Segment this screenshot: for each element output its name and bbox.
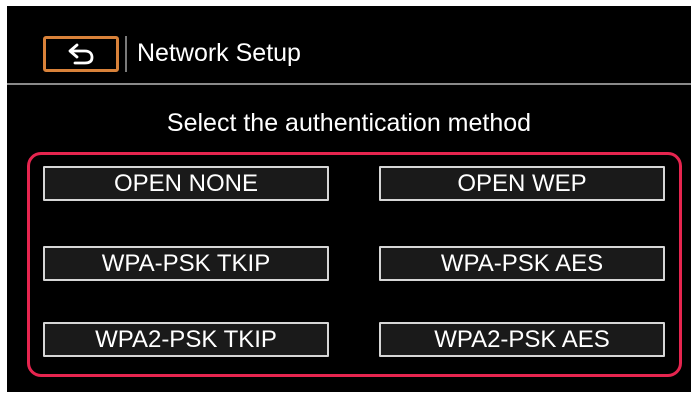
wpa-psk-tkip-button[interactable]: WPA-PSK TKIP (43, 246, 329, 281)
camera-screen: Network Setup Select the authentication … (7, 6, 691, 392)
wpa2-psk-tkip-button[interactable]: WPA2-PSK TKIP (43, 322, 329, 357)
open-none-button[interactable]: OPEN NONE (43, 166, 329, 201)
header-divider (7, 83, 691, 85)
wpa-psk-aes-button[interactable]: WPA-PSK AES (379, 246, 665, 281)
title-divider (125, 36, 127, 72)
wpa2-psk-aes-button[interactable]: WPA2-PSK AES (379, 322, 665, 357)
return-arrow-icon (66, 43, 96, 65)
instruction-text: Select the authentication method (166, 109, 532, 137)
header-bar: Network Setup (7, 6, 691, 85)
page-title: Network Setup (137, 39, 301, 67)
open-wep-button[interactable]: OPEN WEP (379, 166, 665, 201)
back-button[interactable] (43, 36, 119, 72)
